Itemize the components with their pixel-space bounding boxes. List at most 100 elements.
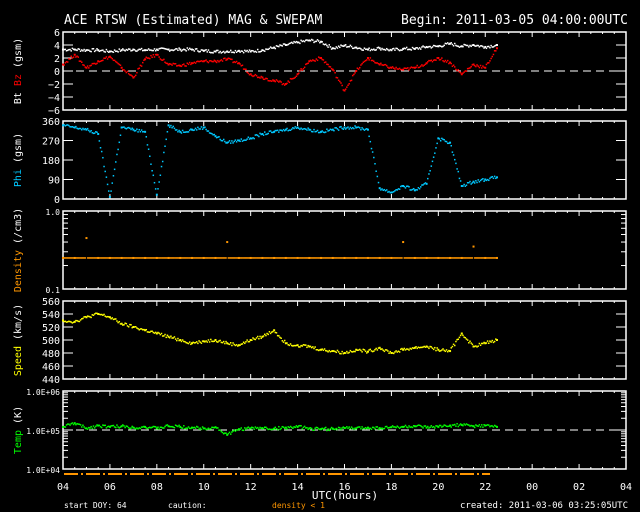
data-point (167, 124, 170, 127)
data-point (477, 65, 479, 67)
data-point (186, 427, 189, 430)
data-point (394, 68, 396, 70)
data-point (395, 66, 397, 69)
data-point (246, 138, 248, 140)
data-point (154, 188, 157, 190)
data-point (268, 331, 271, 333)
data-point (309, 129, 312, 131)
data-point (229, 342, 232, 344)
data-point (492, 53, 495, 56)
data-point (471, 343, 474, 346)
data-point (228, 343, 231, 346)
data-point (495, 47, 498, 50)
data-point (465, 70, 468, 72)
data-point (115, 161, 117, 163)
data-point (207, 130, 210, 132)
data-point (118, 48, 121, 50)
data-point (469, 180, 471, 183)
data-point (126, 70, 129, 73)
data-point (363, 349, 366, 351)
data-point (373, 156, 375, 159)
data-point (378, 47, 381, 50)
data-point (227, 141, 230, 143)
data-point (233, 51, 235, 54)
data-point (232, 142, 234, 144)
data-point (146, 144, 149, 146)
y-tick-label: 520 (42, 323, 60, 334)
y-tick-label: 90 (48, 176, 60, 187)
data-point (116, 153, 118, 156)
data-point (278, 45, 280, 48)
data-point (362, 49, 365, 51)
data-point (247, 72, 250, 75)
data-point (78, 320, 81, 323)
data-point (430, 165, 433, 167)
data-point (153, 181, 156, 184)
data-point (495, 339, 498, 341)
data-point (344, 44, 347, 46)
data-point (329, 66, 332, 68)
data-point (259, 335, 261, 338)
data-point (174, 338, 177, 340)
data-point (163, 427, 165, 429)
data-point (117, 148, 119, 151)
data-point (119, 64, 122, 66)
data-point (158, 332, 160, 335)
data-point (70, 55, 72, 58)
data-point (458, 177, 461, 180)
data-point (168, 126, 171, 128)
data-point (165, 336, 167, 339)
y-tick-label: −2 (48, 80, 60, 91)
data-point (66, 61, 69, 63)
data-point (116, 320, 118, 322)
data-point (239, 140, 241, 143)
data-point (479, 426, 482, 428)
data-point (248, 340, 251, 343)
data-point (154, 426, 157, 428)
data-point (195, 341, 198, 343)
data-point (385, 189, 388, 191)
data-point (489, 60, 491, 62)
data-point (82, 424, 84, 427)
density-flag-label: density < 1 (272, 501, 325, 510)
data-point (255, 74, 258, 77)
data-point (119, 134, 122, 136)
data-point (105, 56, 108, 58)
data-point (312, 130, 314, 133)
data-point (451, 345, 454, 348)
data-point (262, 335, 265, 337)
data-point (186, 47, 189, 49)
data-point (366, 59, 368, 61)
data-point (149, 57, 151, 60)
data-point (234, 49, 237, 52)
y-tick-label: 0 (54, 67, 60, 78)
data-point (451, 43, 454, 46)
data-point (180, 340, 183, 343)
data-point (100, 426, 103, 429)
data-point (117, 51, 119, 53)
data-point (477, 425, 479, 427)
data-point (368, 59, 370, 61)
data-point (181, 339, 184, 341)
data-point (450, 347, 452, 349)
data-point (157, 188, 159, 190)
data-point (450, 42, 452, 44)
data-point (449, 424, 452, 427)
data-point (95, 425, 97, 428)
data-point (280, 81, 282, 83)
data-point (360, 349, 362, 352)
data-point (289, 343, 292, 345)
y-label-part: (K) (13, 406, 24, 424)
data-point (150, 54, 152, 57)
data-point (72, 56, 75, 58)
data-point (168, 336, 171, 339)
data-point (313, 347, 315, 350)
data-point (454, 158, 456, 161)
data-point (449, 350, 452, 353)
data-point (299, 42, 301, 45)
data-point (444, 59, 447, 62)
speed-series (62, 312, 498, 355)
data-point (160, 165, 163, 168)
data-point (224, 342, 226, 345)
data-point (278, 425, 280, 428)
